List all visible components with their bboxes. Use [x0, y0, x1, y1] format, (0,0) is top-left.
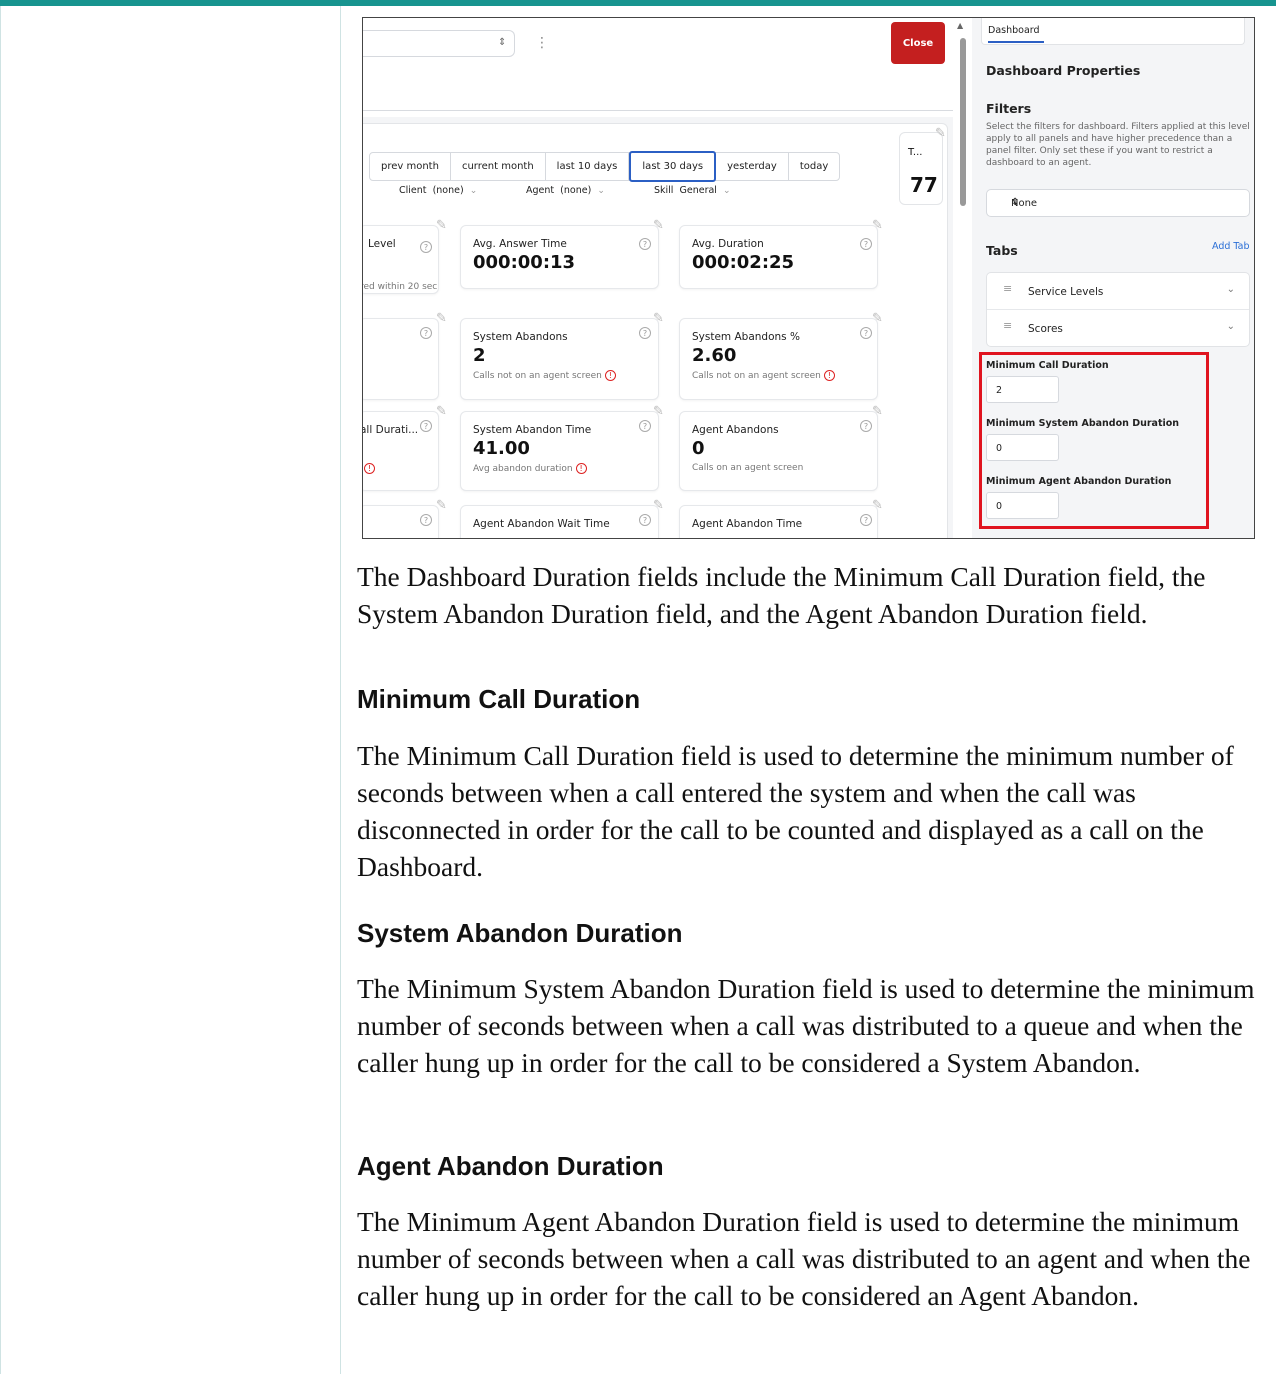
help-icon[interactable]: ?	[420, 327, 432, 339]
section-heading-min-call-duration: Minimum Call Duration	[357, 684, 641, 714]
add-tab-link[interactable]: Add Tab	[1212, 241, 1250, 252]
edit-icon[interactable]: ✎	[872, 498, 883, 513]
tabs-list: ≡ Service Levels ⌄ ≡ Scores ⌄	[986, 272, 1250, 347]
tabs-heading: Tabs	[986, 243, 1018, 258]
edit-icon[interactable]: ✎	[436, 404, 447, 419]
agent-filter[interactable]: Agent (none) ⌄	[526, 185, 605, 196]
dashboard-select[interactable]: ⇕	[363, 30, 515, 57]
date-range-buttons: prev month current month last 10 days la…	[369, 151, 841, 182]
edit-icon[interactable]: ✎	[653, 218, 664, 233]
chevron-updown-icon: ⇕	[498, 37, 507, 48]
edit-icon[interactable]: ✎	[872, 404, 883, 419]
intro-paragraph: The Dashboard Duration fields include th…	[357, 561, 1206, 629]
date-button-yesterday[interactable]: yesterday	[716, 153, 789, 180]
help-icon[interactable]: ?	[860, 238, 872, 250]
edit-icon[interactable]: ✎	[935, 126, 946, 141]
warning-icon: !	[604, 370, 616, 381]
section-body-agent-abandon-duration: The Minimum Agent Abandon Duration field…	[357, 1206, 1251, 1311]
edit-icon[interactable]: ✎	[653, 498, 664, 513]
stat-card-system-abandon-time[interactable]: System Abandon Time 41.00 Avg abandon du…	[460, 411, 659, 491]
chevron-down-icon: ⌄	[469, 186, 478, 196]
help-icon[interactable]: ?	[860, 420, 872, 432]
divider	[363, 110, 953, 111]
filters-description: Select the filters for dashboard. Filter…	[986, 122, 1250, 168]
section-heading-agent-abandon-duration: Agent Abandon Duration	[357, 1151, 664, 1181]
help-icon[interactable]: ?	[860, 514, 872, 526]
section-body-min-call-duration: The Minimum Call Duration field is used …	[357, 740, 1234, 882]
chevron-down-icon: ⌄	[597, 186, 605, 196]
section-heading-system-abandon-duration: System Abandon Duration	[357, 918, 683, 948]
help-icon[interactable]: ?	[639, 514, 651, 526]
stat-card-partial-bottom[interactable]: ?	[363, 505, 439, 538]
help-icon[interactable]: ?	[420, 514, 432, 526]
help-icon[interactable]: ?	[420, 241, 432, 253]
edit-icon[interactable]: ✎	[653, 404, 664, 419]
edit-icon[interactable]: ✎	[872, 218, 883, 233]
drag-handle-icon[interactable]: ≡	[1003, 283, 1012, 294]
edit-icon[interactable]: ✎	[436, 498, 447, 513]
help-icon[interactable]: ?	[639, 238, 651, 250]
help-icon[interactable]: ?	[639, 327, 651, 339]
chevron-down-icon[interactable]: ⌄	[1227, 321, 1235, 332]
stat-card-system-abandons[interactable]: System Abandons 2 Calls not on an agent …	[460, 318, 659, 400]
help-icon[interactable]: ?	[639, 420, 651, 432]
stat-card-partial[interactable]: ?	[363, 318, 439, 400]
scroll-up-arrow-icon[interactable]: ▲	[957, 21, 963, 30]
warning-icon: !	[364, 463, 375, 474]
filter-select[interactable]: None ⇕	[986, 189, 1250, 217]
stat-card-avg-answer-time[interactable]: Avg. Answer Time 000:00:13 ?	[460, 225, 659, 289]
date-button-prev-month[interactable]: prev month	[370, 153, 451, 180]
stat-card-system-abandons-percent[interactable]: System Abandons % 2.60 Calls not on an a…	[679, 318, 878, 400]
chevron-down-icon[interactable]: ⌄	[1227, 284, 1235, 295]
help-icon[interactable]: ?	[420, 420, 432, 432]
help-icon[interactable]: ?	[860, 327, 872, 339]
stat-card-agent-abandons[interactable]: Agent Abandons 0 Calls on an agent scree…	[679, 411, 878, 491]
client-filter[interactable]: Client (none) ⌄	[399, 185, 477, 196]
stat-card-avg-duration[interactable]: Avg. Duration 000:02:25 ?	[679, 225, 878, 289]
scrollbar-thumb[interactable]	[960, 38, 966, 206]
date-button-current-month[interactable]: current month	[451, 153, 546, 180]
left-navigation-column	[0, 6, 341, 1374]
highlight-box	[979, 352, 1209, 529]
kebab-menu-icon[interactable]: ⋮	[535, 36, 549, 50]
section-body-system-abandon-duration: The Minimum System Abandon Duration fiel…	[357, 973, 1255, 1078]
stat-card-call-duration-partial[interactable]: all Durati... ? !	[363, 411, 439, 491]
date-button-last-10-days[interactable]: last 10 days	[546, 153, 630, 180]
warning-icon: !	[575, 463, 587, 474]
stat-card-agent-abandon-time[interactable]: Agent Abandon Time ?	[679, 505, 878, 538]
close-button[interactable]: Close	[891, 22, 945, 64]
dashboard-screenshot: ⇕ ⋮ Close prev month current month last …	[362, 17, 1255, 539]
stat-card-agent-abandon-wait-time[interactable]: Agent Abandon Wait Time ?	[460, 505, 659, 538]
skill-filter[interactable]: Skill General ⌄	[654, 185, 731, 196]
properties-heading: Dashboard Properties	[986, 63, 1141, 78]
drag-handle-icon[interactable]: ≡	[1003, 320, 1012, 331]
tab-item-scores[interactable]: ≡ Scores ⌄	[987, 310, 1249, 347]
chevron-down-icon: ⌄	[723, 186, 731, 196]
tab-item-service-levels[interactable]: ≡ Service Levels ⌄	[987, 273, 1249, 310]
edit-icon[interactable]: ✎	[653, 311, 664, 326]
total-calls-card[interactable]: T... 77	[899, 132, 943, 205]
edit-icon[interactable]: ✎	[436, 218, 447, 233]
edit-icon[interactable]: ✎	[872, 311, 883, 326]
chevron-updown-icon: ⇕	[1011, 197, 1020, 208]
filters-heading: Filters	[986, 101, 1032, 116]
stat-card-service-level[interactable]: Level red within 20 sec ?	[363, 225, 439, 294]
tab-dashboard[interactable]: Dashboard	[981, 18, 1245, 45]
warning-icon: !	[823, 370, 835, 381]
date-button-last-30-days[interactable]: last 30 days	[629, 151, 717, 182]
edit-icon[interactable]: ✎	[436, 311, 447, 326]
date-button-today[interactable]: today	[789, 153, 839, 180]
